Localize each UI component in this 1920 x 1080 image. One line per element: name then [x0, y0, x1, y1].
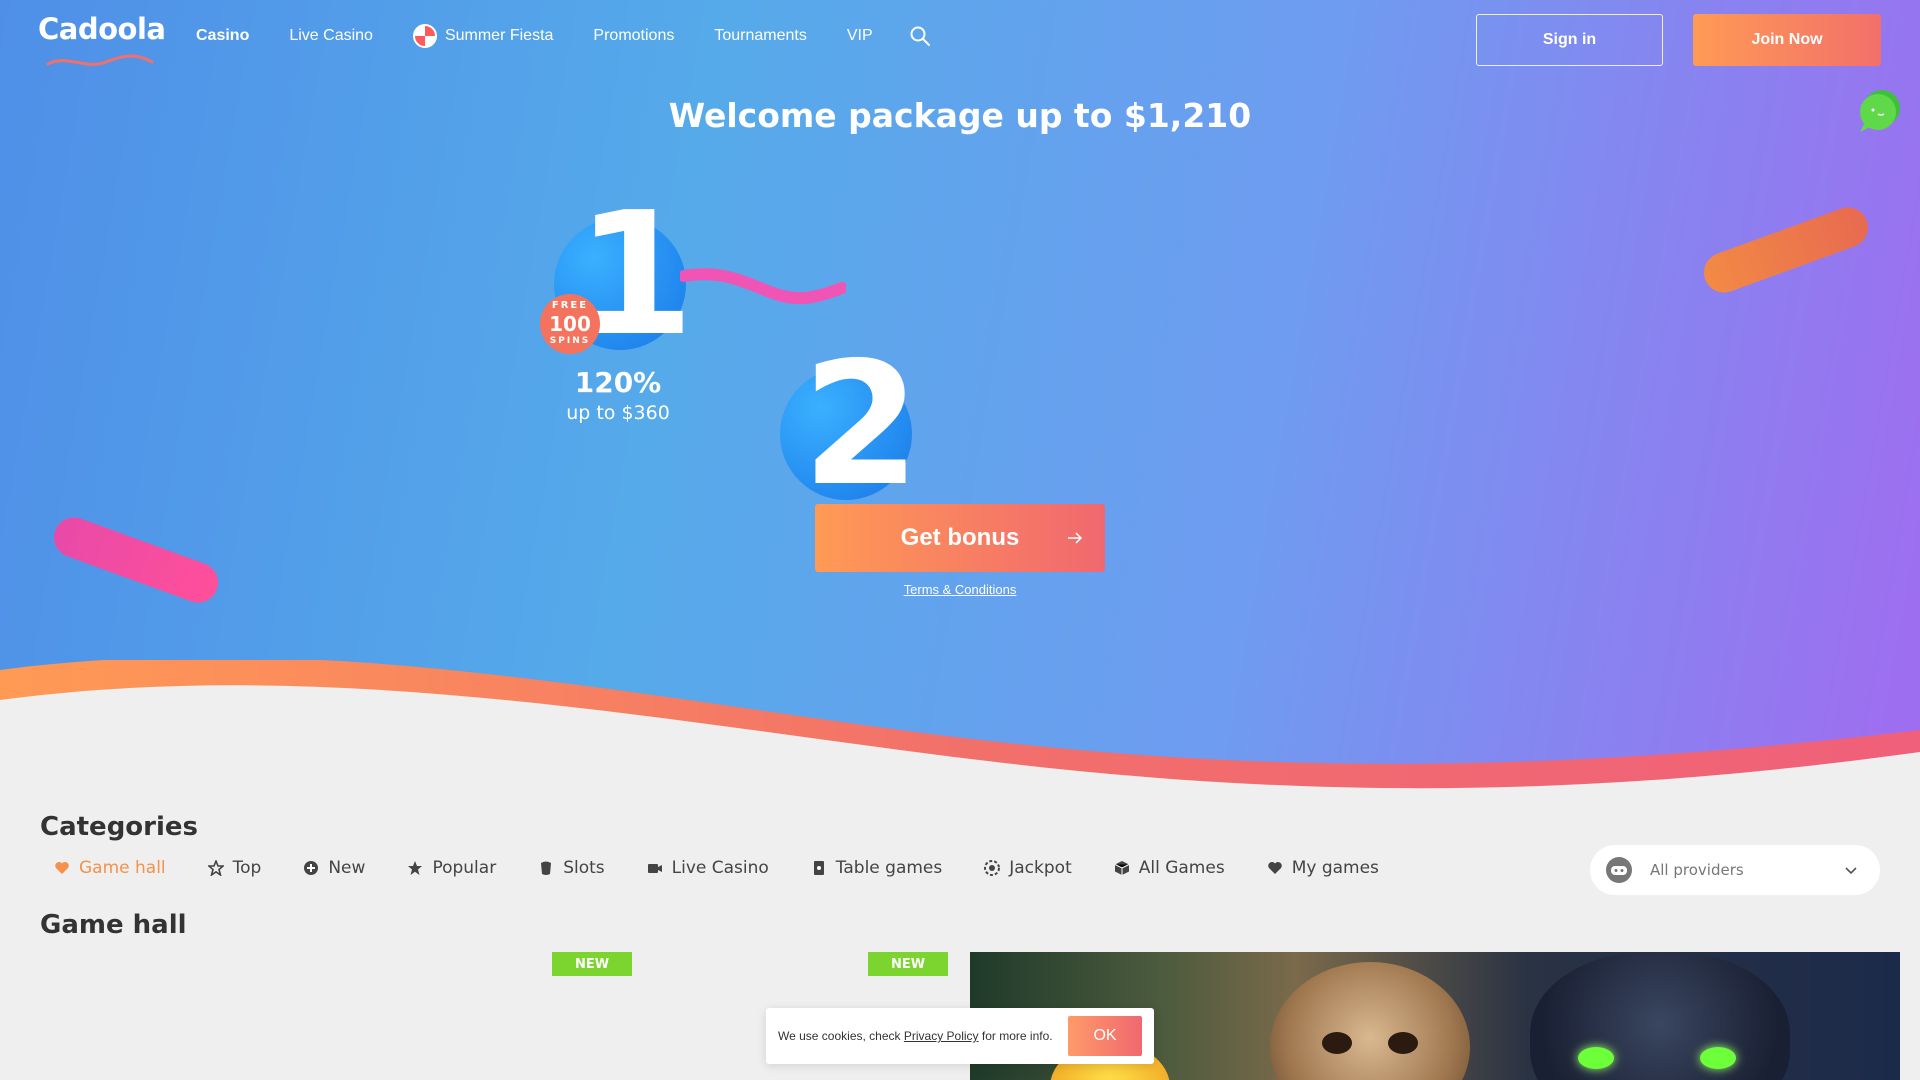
- category-label: Jackpot: [1009, 858, 1072, 878]
- new-badge: NEW: [552, 952, 632, 976]
- chip-icon: [984, 860, 1001, 876]
- category-label: Popular: [432, 858, 497, 878]
- free-spins-count: 100: [549, 312, 591, 336]
- cookie-ok-button[interactable]: OK: [1068, 1016, 1142, 1056]
- category-label: Live Casino: [671, 858, 769, 878]
- category-label: Top: [232, 858, 262, 878]
- free-spins-top: FREE: [551, 300, 589, 311]
- get-bonus-button[interactable]: Get bonus: [815, 504, 1105, 572]
- video-camera-icon: [647, 864, 662, 873]
- cookie-suffix: for more info.: [981, 1029, 1053, 1043]
- bonus-step-2: 2: [778, 340, 920, 510]
- slots-icon: [541, 861, 552, 875]
- bonus-step-1-amount: up to $360: [566, 402, 670, 424]
- hero-wave-divider: [0, 660, 1920, 820]
- free-spins-badge: FREE 100 SPINS: [540, 294, 600, 354]
- terms-conditions-wrapper: Terms & Conditions: [0, 582, 1920, 597]
- heart-icon: [1267, 862, 1282, 874]
- welcome-headline: Welcome package up to $1,210: [668, 96, 1252, 135]
- nav-item-tournaments[interactable]: Tournaments: [714, 27, 807, 45]
- nav-item-live-casino[interactable]: Live Casino: [289, 27, 373, 45]
- category-label: My games: [1291, 858, 1379, 878]
- top-header: Cadoola Casino Live Casino Summer Fiesta…: [0, 0, 1920, 76]
- monkey-illustration: [1270, 962, 1470, 1080]
- category-label: New: [328, 858, 366, 878]
- cube-icon: [1114, 861, 1129, 875]
- gamepad-icon: [1606, 857, 1632, 883]
- category-new[interactable]: New: [303, 858, 365, 878]
- main-nav: Casino Live Casino Summer Fiesta Promoti…: [196, 24, 931, 48]
- logo-text: Cadoola: [38, 12, 166, 46]
- category-label: Game hall: [79, 858, 166, 878]
- category-slots[interactable]: Slots: [538, 858, 605, 878]
- cookie-prefix: We use cookies, check: [778, 1029, 901, 1043]
- logo-wave-icon: [46, 54, 154, 66]
- free-spins-bottom: SPINS: [549, 336, 591, 346]
- new-badge: NEW: [868, 952, 948, 976]
- category-live-casino[interactable]: Live Casino: [647, 858, 769, 878]
- providers-selected: All providers: [1650, 861, 1744, 879]
- panther-eye: [1700, 1047, 1736, 1069]
- search-icon[interactable]: [909, 25, 931, 47]
- category-popular[interactable]: Popular: [407, 858, 496, 878]
- category-jackpot[interactable]: Jackpot: [984, 858, 1072, 878]
- star-icon: [408, 861, 423, 875]
- nav-item-promotions[interactable]: Promotions: [593, 27, 674, 45]
- beach-ball-icon: [412, 24, 437, 48]
- bonus-step-1: 1 FREE 100 SPINS: [540, 190, 694, 362]
- monkey-eye: [1322, 1032, 1352, 1054]
- plus-circle-icon: [304, 861, 319, 875]
- cookie-banner: We use cookies, check Privacy Policy for…: [766, 1008, 1154, 1064]
- category-my-games[interactable]: My games: [1267, 858, 1379, 878]
- category-all-games[interactable]: All Games: [1114, 858, 1225, 878]
- arrow-right-icon: [1068, 532, 1083, 544]
- category-game-hall[interactable]: Game hall: [54, 858, 166, 878]
- chevron-down-icon: [1845, 867, 1857, 875]
- bonus-step-1-percent: 120%: [574, 366, 662, 399]
- category-label: Slots: [563, 858, 605, 878]
- nav-item-summer-fiesta-label: Summer Fiesta: [444, 27, 554, 44]
- star-outline-icon: [207, 860, 224, 876]
- category-label: Table games: [835, 858, 943, 878]
- terms-conditions-link[interactable]: Terms & Conditions: [904, 582, 1017, 597]
- panther-eye: [1578, 1047, 1614, 1069]
- decorative-stroke-orange: [1698, 201, 1874, 299]
- cards-icon: [813, 861, 824, 875]
- decorative-squiggle: [680, 268, 846, 305]
- monkey-eye: [1388, 1032, 1418, 1054]
- game-hall-title: Game hall: [40, 910, 187, 940]
- sign-in-button[interactable]: Sign in: [1476, 14, 1663, 66]
- panther-illustration: [1530, 952, 1790, 1080]
- nav-item-casino[interactable]: Casino: [196, 27, 249, 45]
- nav-item-summer-fiesta[interactable]: Summer Fiesta: [412, 24, 554, 48]
- category-bar: Game hall Top New Popular Slots Live Cas…: [54, 858, 1421, 878]
- cookie-text: We use cookies, check Privacy Policy for…: [778, 1029, 1068, 1043]
- join-now-button[interactable]: Join Now: [1693, 14, 1881, 66]
- heart-icon: [55, 862, 69, 874]
- cadoola-logo[interactable]: Cadoola: [38, 12, 166, 68]
- category-table-games[interactable]: Table games: [811, 858, 942, 878]
- providers-dropdown[interactable]: All providers: [1590, 845, 1880, 895]
- chat-icon[interactable]: [1854, 88, 1904, 136]
- bonus-step-2-number: 2: [802, 326, 921, 524]
- category-label: All Games: [1138, 858, 1225, 878]
- privacy-policy-link[interactable]: Privacy Policy: [904, 1029, 979, 1043]
- category-top[interactable]: Top: [207, 858, 262, 878]
- nav-item-vip[interactable]: VIP: [847, 27, 873, 45]
- game-tile[interactable]: [40, 952, 634, 1080]
- get-bonus-label: Get bonus: [900, 524, 1020, 551]
- categories-title: Categories: [40, 812, 199, 842]
